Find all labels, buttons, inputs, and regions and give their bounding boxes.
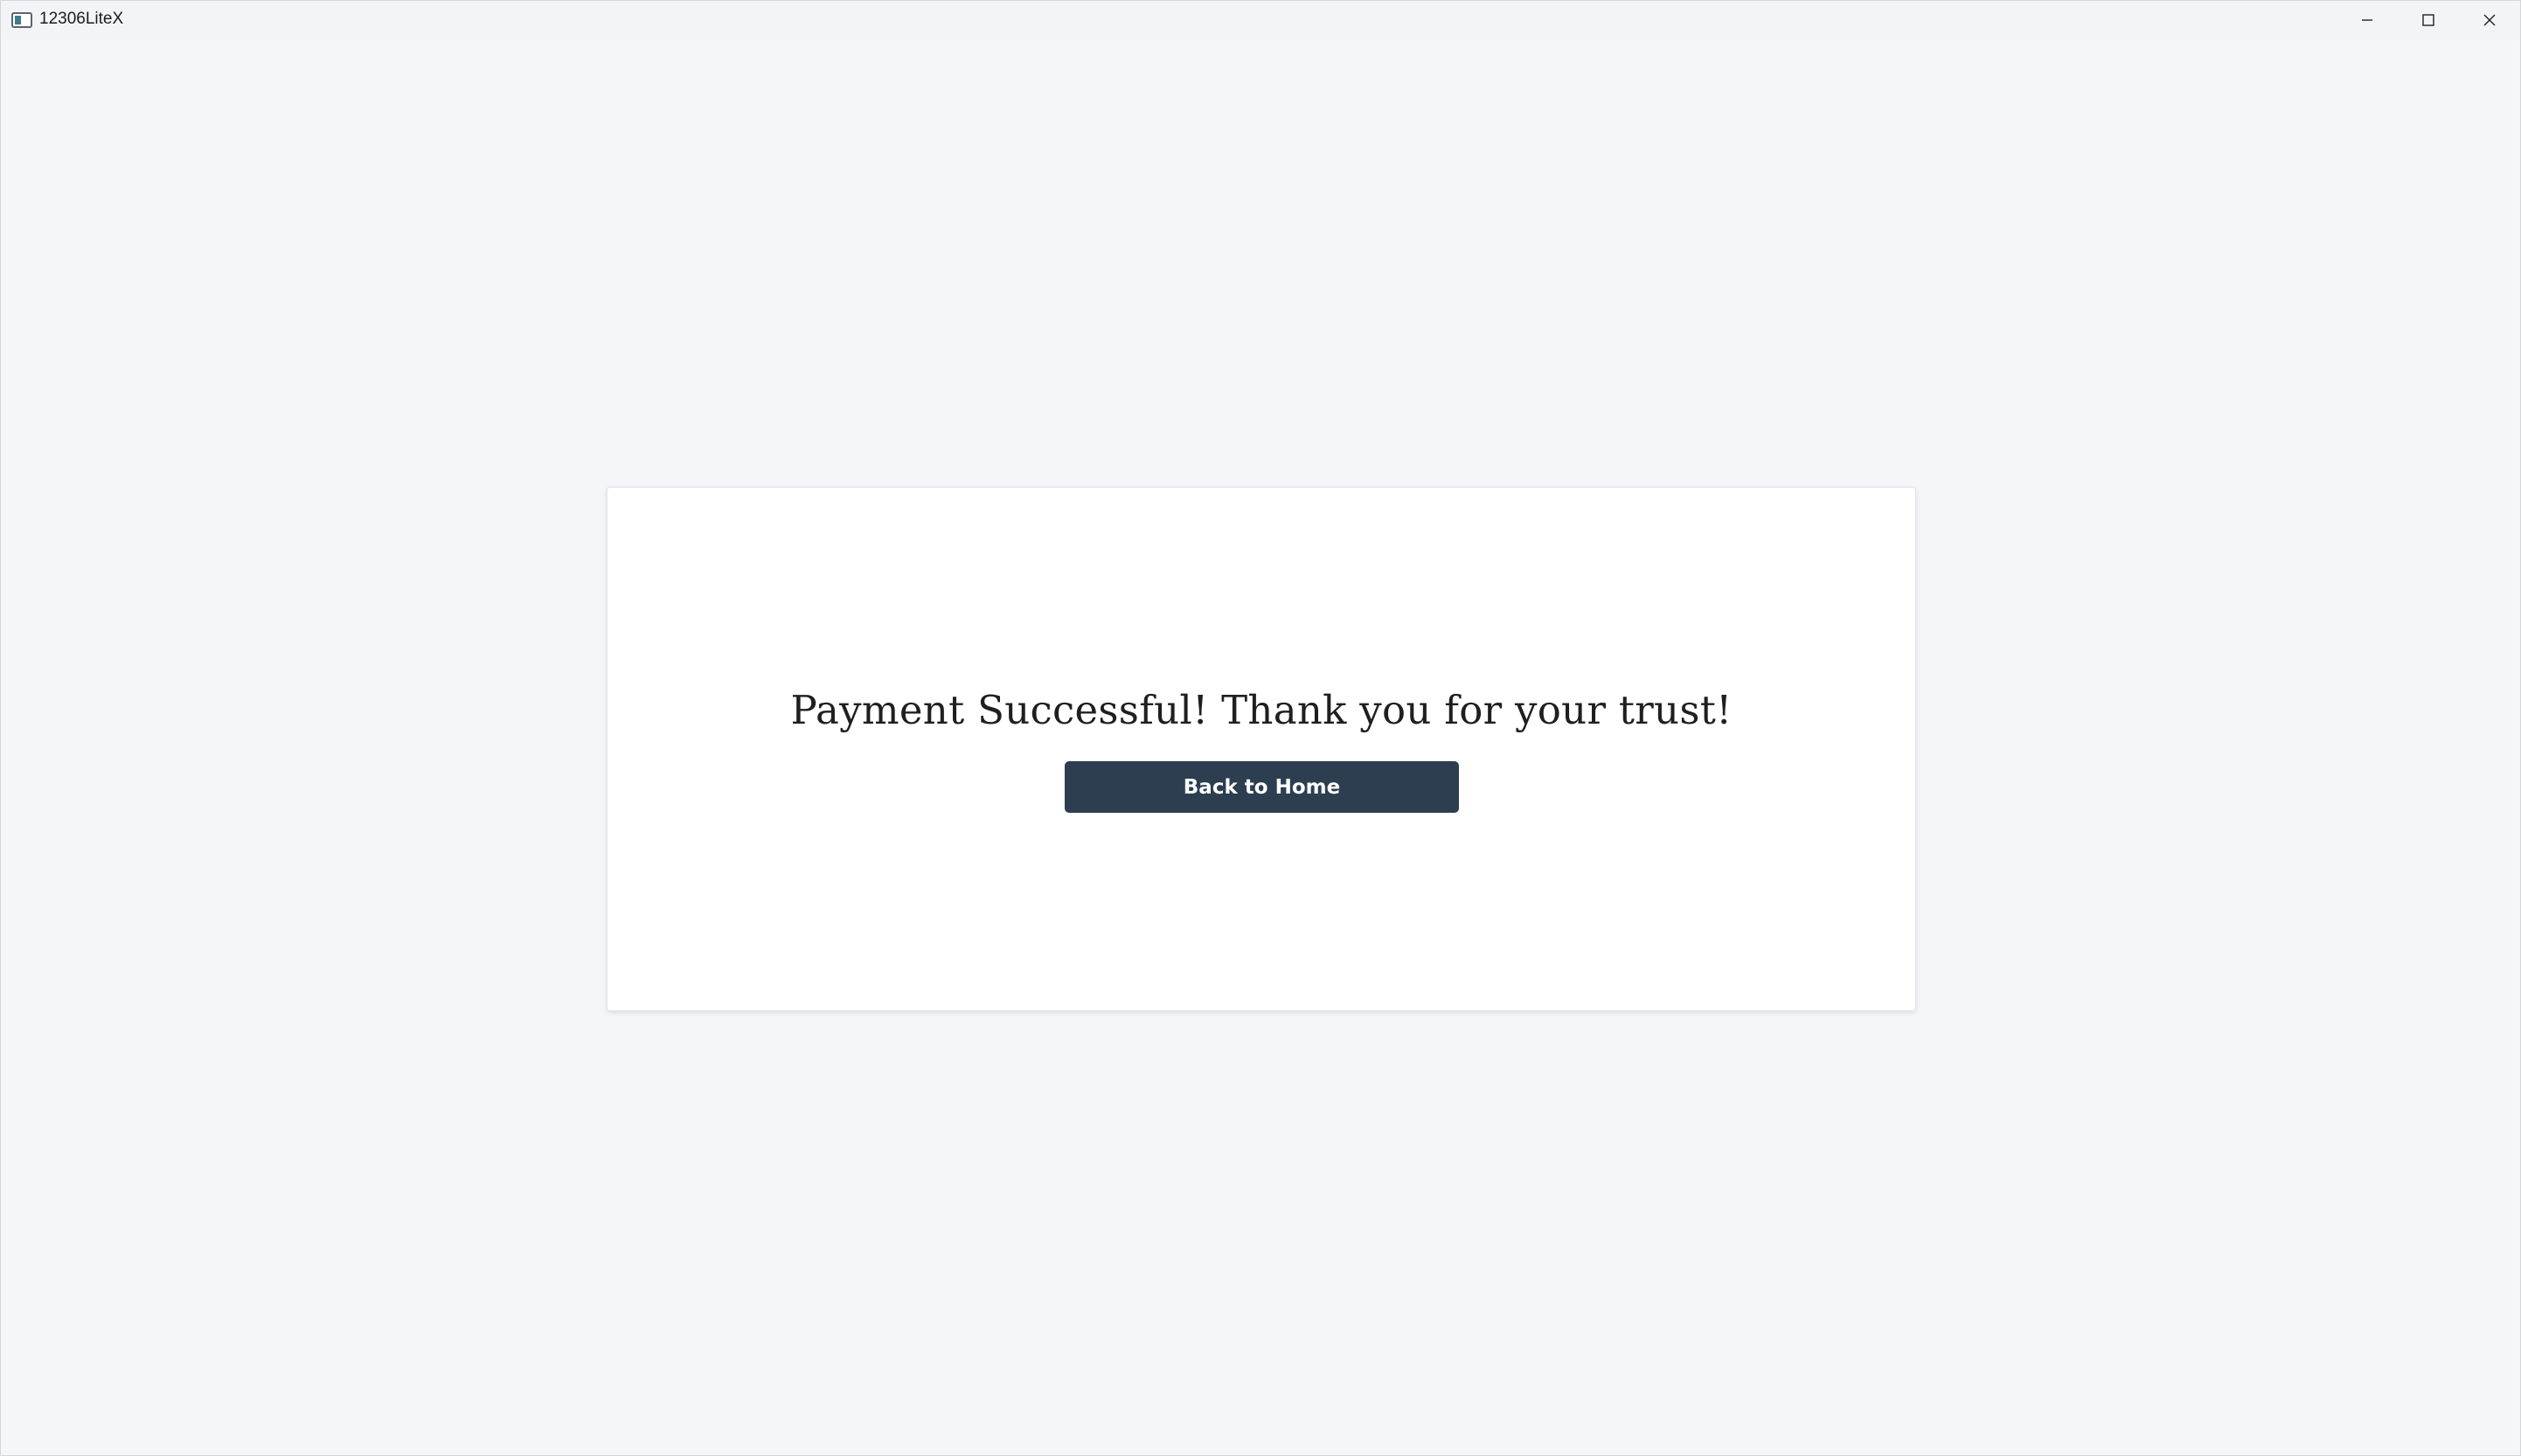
minimize-icon [2359, 12, 2375, 28]
maximize-icon [2420, 12, 2436, 28]
back-to-home-button[interactable]: Back to Home [1065, 761, 1459, 813]
close-button[interactable] [2459, 1, 2520, 39]
app-icon [11, 12, 32, 28]
window-controls [2337, 1, 2520, 39]
minimize-button[interactable] [2337, 1, 2398, 39]
window-title: 12306LiteX [39, 10, 124, 28]
main-content: Payment Successful! Thank you for your t… [1, 39, 2520, 1455]
payment-result-card: Payment Successful! Thank you for your t… [607, 487, 1916, 1011]
close-icon [2482, 12, 2497, 28]
app-window: 12306LiteX Payment Successful! Thank you… [0, 0, 2521, 1456]
title-bar[interactable]: 12306LiteX [1, 1, 2520, 39]
maximize-button[interactable] [2398, 1, 2459, 39]
success-message: Payment Successful! Thank you for your t… [790, 687, 1733, 733]
